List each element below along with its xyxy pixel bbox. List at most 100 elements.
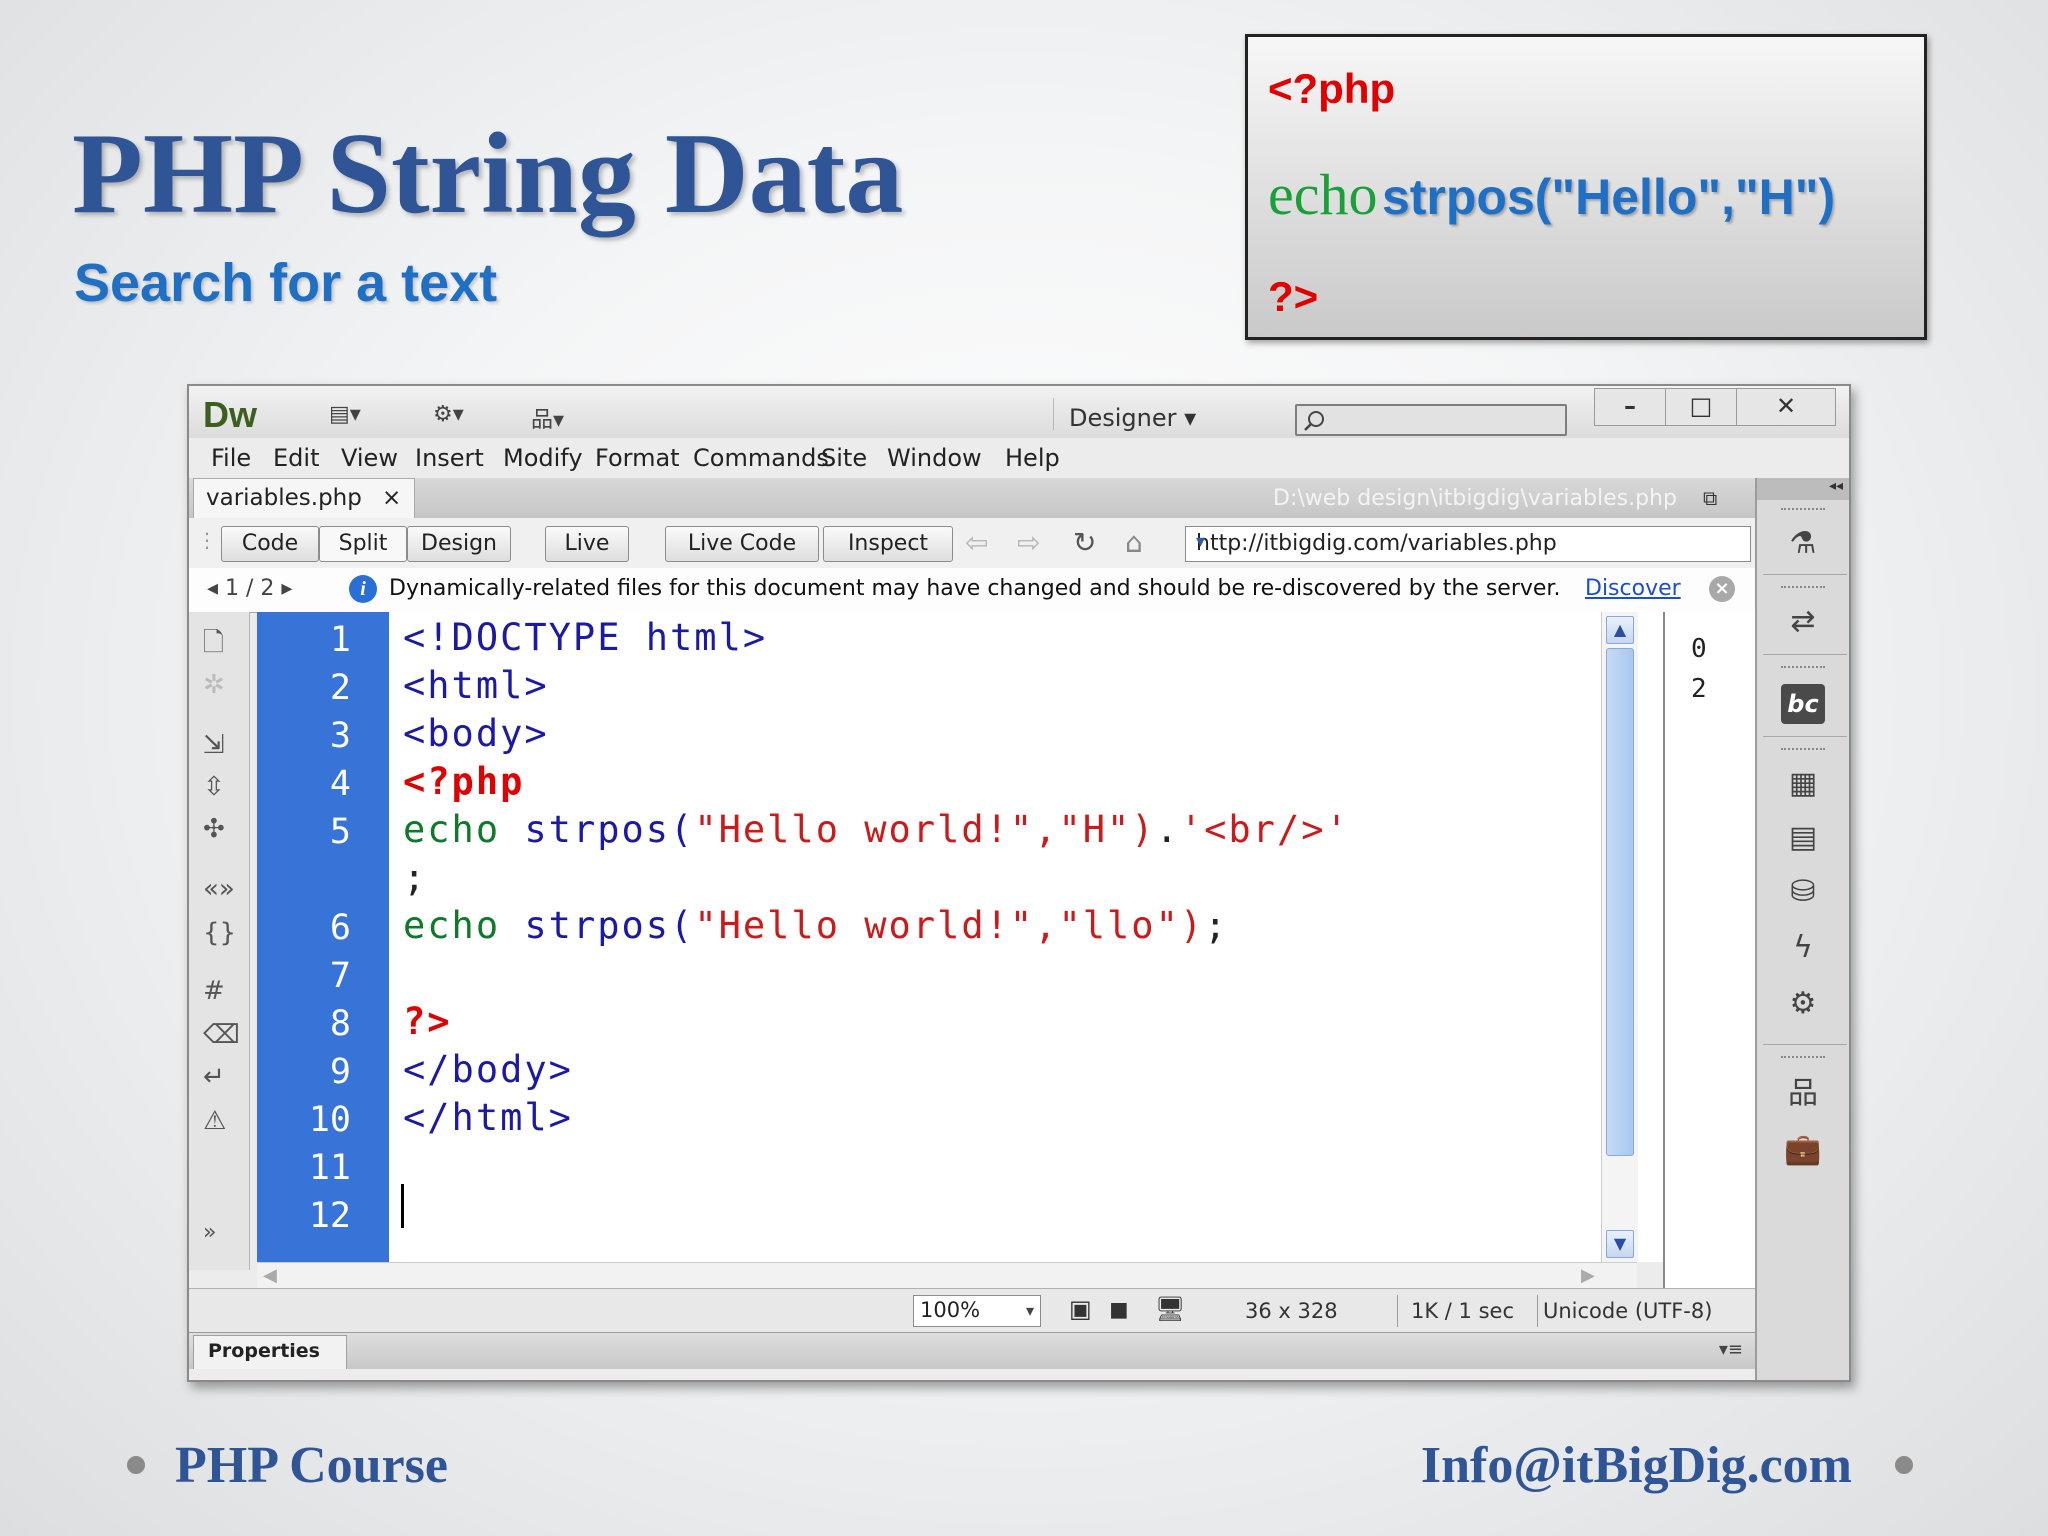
menu-help[interactable]: Help: [1005, 444, 1060, 472]
panel-dock: ◂◂ ⚗ ⇄ bc ▦ ▤ ⛁ ϟ ⚙ 品 💼: [1755, 478, 1849, 1380]
menu-file[interactable]: File: [211, 444, 251, 472]
bindings-icon[interactable]: ▤: [1781, 818, 1825, 858]
forward-arrow-icon[interactable]: ⇨: [1017, 526, 1040, 559]
components-icon[interactable]: ⚙: [1781, 984, 1825, 1024]
menu-insert[interactable]: Insert: [415, 444, 484, 472]
tablet-size-icon[interactable]: ◼: [1109, 1295, 1129, 1323]
home-icon[interactable]: ⌂: [1125, 526, 1143, 559]
bullet-dot: [1895, 1456, 1913, 1474]
show-code-navigator-icon[interactable]: ✲: [203, 670, 225, 700]
back-arrow-icon[interactable]: ⇦: [965, 526, 988, 559]
select-parent-tag-icon[interactable]: «»: [203, 874, 235, 904]
line-number: 3: [329, 716, 351, 756]
live-view-button[interactable]: Live: [545, 526, 629, 562]
window-dimensions[interactable]: 36 x 328: [1245, 1299, 1338, 1323]
restore-icon[interactable]: ⧉: [1703, 486, 1717, 510]
menu-edit[interactable]: Edit: [273, 444, 319, 472]
menu-modify[interactable]: Modify: [503, 444, 583, 472]
close-button[interactable]: ✕: [1737, 389, 1835, 425]
balance-braces-icon[interactable]: {}: [203, 918, 236, 948]
chevron-down-icon[interactable]: ▾: [1196, 531, 1746, 552]
inspect-button[interactable]: Inspect: [823, 526, 953, 562]
open-documents-icon[interactable]: 🗋: [203, 624, 224, 668]
word-wrap-icon[interactable]: ↵: [203, 1062, 225, 1092]
line-number: 11: [308, 1148, 351, 1188]
slide-subtitle: Search for a text: [74, 253, 498, 313]
code-line-6: echo strpos("Hello world!","llo");: [403, 904, 1228, 947]
php-open-tag: <?php: [1268, 65, 1396, 112]
properties-tab[interactable]: Properties: [193, 1335, 347, 1369]
scroll-down-icon[interactable]: ▼: [1606, 1230, 1634, 1258]
assets-briefcase-icon[interactable]: 💼: [1781, 1130, 1825, 1170]
collapse-selection-icon[interactable]: ⇳: [203, 772, 225, 802]
menu-commands[interactable]: Commands: [693, 444, 829, 472]
zoom-value: 100%: [920, 1298, 981, 1322]
toolbar-grip: ⋮: [197, 528, 217, 552]
expand-all-icon[interactable]: ✣: [203, 814, 225, 844]
css-transitions-icon[interactable]: ⇄: [1781, 602, 1825, 642]
download-time: 1K / 1 sec: [1411, 1299, 1515, 1323]
close-tab-icon[interactable]: ×: [382, 485, 401, 511]
address-bar[interactable]: http://itbigdig.com/variables.php ▾: [1185, 526, 1751, 562]
highlight-invalid-code-icon[interactable]: ⌫: [203, 1020, 240, 1050]
maximize-button[interactable]: □: [1666, 389, 1737, 425]
collapse-full-tag-icon[interactable]: ⇲: [203, 730, 225, 760]
collapse-panels-icon[interactable]: ◂◂: [1757, 478, 1849, 500]
echo-keyword: echo: [403, 808, 501, 851]
split-view-button[interactable]: Split: [319, 526, 407, 562]
close-infobar-icon[interactable]: ×: [1709, 576, 1735, 602]
properties-panel-bar: Properties ▾≡: [189, 1332, 1755, 1369]
minimize-button[interactable]: –: [1595, 389, 1666, 425]
info-pager[interactable]: ◂ 1 / 2 ▸: [207, 576, 292, 601]
divider: [1763, 736, 1847, 737]
insert-panel-icon[interactable]: ⚗: [1781, 524, 1825, 564]
code-line-4: <?php: [403, 760, 525, 803]
menu-format[interactable]: Format: [595, 444, 680, 472]
line-number: 5: [329, 812, 351, 852]
vertical-scrollbar[interactable]: ▲ ▼: [1601, 612, 1638, 1262]
menu-window[interactable]: Window: [887, 444, 982, 472]
scroll-up-icon[interactable]: ▲: [1606, 616, 1634, 644]
design-view-button[interactable]: Design: [407, 526, 511, 562]
scroll-right-icon[interactable]: ▶: [1581, 1265, 1595, 1286]
info-message: Dynamically-related files for this docum…: [389, 576, 1561, 601]
function-name: strpos(: [524, 808, 695, 851]
scroll-thumb[interactable]: [1606, 648, 1634, 1156]
more-tools-icon[interactable]: »: [203, 1220, 216, 1245]
business-catalyst-icon[interactable]: bc: [1781, 684, 1825, 724]
desktop-size-icon[interactable]: 🖥: [1155, 1295, 1185, 1323]
discover-link[interactable]: Discover: [1585, 576, 1681, 601]
menu-site[interactable]: Site: [821, 444, 867, 472]
semicolon: ;: [1204, 904, 1229, 947]
code-view-button[interactable]: Code: [221, 526, 319, 562]
menu-view[interactable]: View: [341, 444, 398, 472]
line-number: 2: [329, 668, 351, 708]
divider: [1537, 1295, 1538, 1327]
tab-variables-php[interactable]: variables.php ×: [193, 478, 415, 518]
layout-icon[interactable]: ▤▾: [329, 402, 361, 427]
server-behaviors-icon[interactable]: ⛁: [1781, 872, 1825, 912]
code-line-5-wrap: ;: [403, 856, 428, 899]
site-map-icon[interactable]: 品: [1781, 1074, 1825, 1114]
gear-icon[interactable]: ⚙▾: [433, 402, 464, 427]
code-editor[interactable]: <!DOCTYPE html> <html> <body> <?php echo…: [389, 612, 1799, 1262]
scroll-left-icon[interactable]: ◀: [263, 1265, 277, 1286]
footer-email: Info@itBigDig.com: [1420, 1437, 1852, 1494]
site-tree-icon[interactable]: 品▾: [531, 402, 564, 434]
live-code-button[interactable]: Live Code: [665, 526, 819, 562]
refresh-icon[interactable]: ↻: [1073, 526, 1096, 559]
zoom-select[interactable]: 100% ▾: [913, 1295, 1041, 1327]
live-view-pane: 0 2: [1663, 612, 1755, 1288]
databases-icon[interactable]: ▦: [1781, 764, 1825, 804]
help-search-input[interactable]: [1295, 404, 1567, 436]
panel-menu-icon[interactable]: ▾≡: [1719, 1339, 1743, 1360]
lightning-icon[interactable]: ϟ: [1781, 928, 1825, 968]
workspace-switcher[interactable]: Designer ▾: [1069, 404, 1196, 432]
horizontal-scrollbar[interactable]: ◀ ▶: [257, 1262, 1637, 1289]
br-string: '<br/>': [1179, 808, 1350, 851]
phone-size-icon[interactable]: ▣: [1069, 1295, 1092, 1323]
divider: [1397, 1295, 1398, 1327]
line-number: 8: [329, 1004, 351, 1044]
line-numbers-icon[interactable]: #: [203, 976, 225, 1006]
syntax-error-alerts-icon[interactable]: ⚠: [203, 1106, 226, 1136]
